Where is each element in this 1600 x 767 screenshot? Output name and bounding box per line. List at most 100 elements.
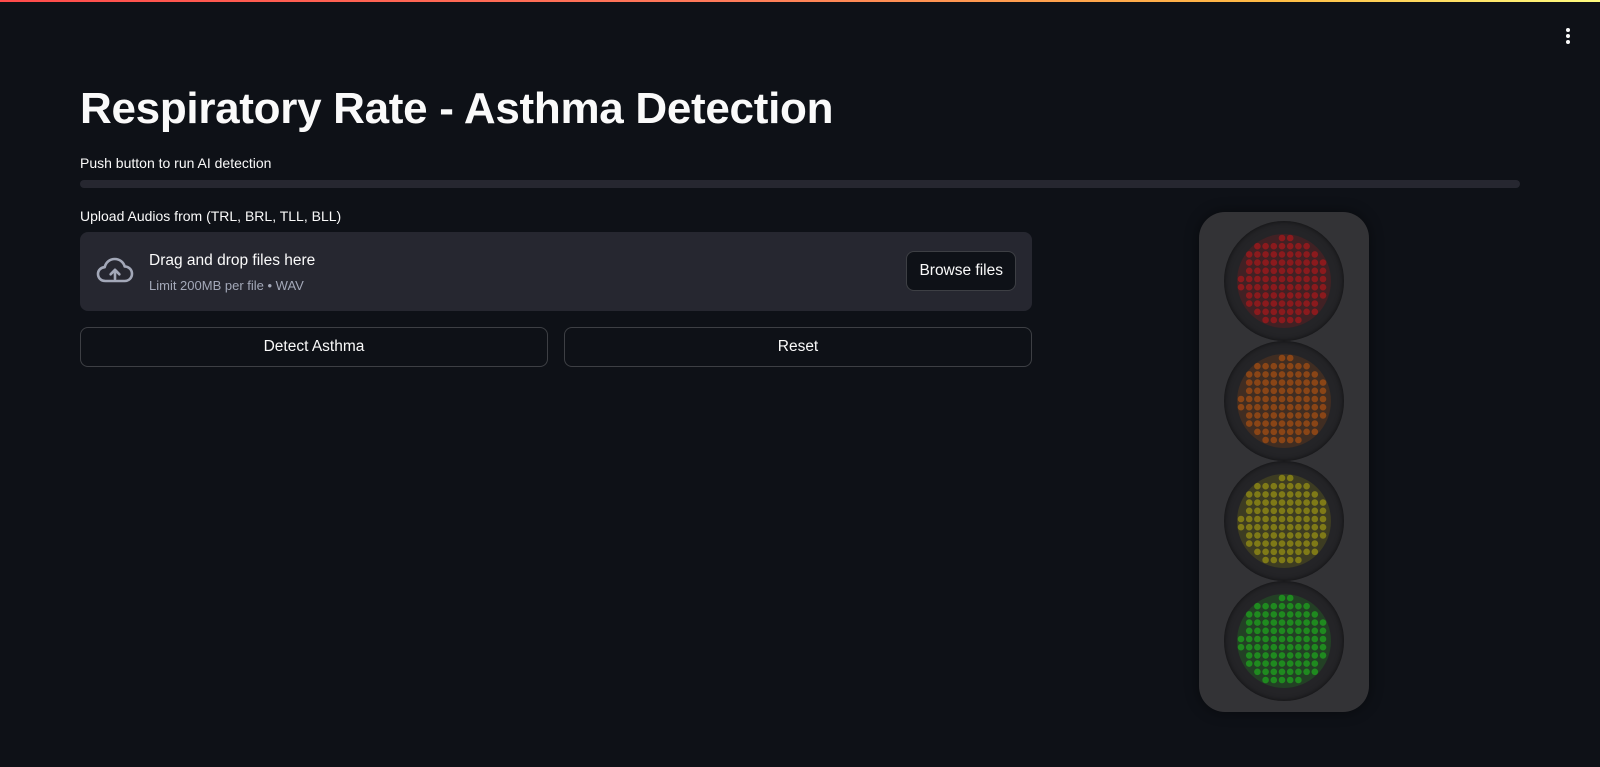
led-dot — [1254, 643, 1261, 651]
led-dot — [1278, 499, 1286, 506]
led-dot — [1278, 507, 1286, 515]
led-dot — [1311, 499, 1319, 506]
led-dot — [1278, 556, 1286, 564]
led-dot — [1254, 652, 1261, 659]
led-dot — [1254, 371, 1261, 378]
led-dot — [1311, 387, 1319, 395]
led-dot — [1311, 523, 1319, 531]
led-dot — [1286, 556, 1294, 564]
led-dot — [1286, 428, 1294, 436]
led-dot — [1278, 515, 1286, 523]
led-dot — [1262, 362, 1269, 370]
led-dot — [1262, 308, 1269, 316]
led-dot — [1270, 515, 1278, 523]
led-dot — [1254, 242, 1261, 250]
led-dot — [1295, 436, 1302, 444]
led-dot — [1311, 515, 1319, 523]
led-dot — [1262, 275, 1269, 283]
led-dot — [1262, 627, 1269, 635]
led-dot — [1245, 611, 1253, 618]
led-dot — [1262, 259, 1269, 266]
led-dot — [1245, 292, 1253, 299]
led-dot — [1262, 523, 1269, 531]
led-dot — [1270, 532, 1278, 539]
led-dot — [1278, 242, 1286, 250]
led-dot — [1295, 668, 1302, 676]
led-dot — [1262, 556, 1269, 564]
led-dot — [1278, 532, 1286, 539]
led-dot — [1311, 267, 1319, 275]
led-dot — [1254, 259, 1261, 266]
led-dot — [1286, 242, 1294, 250]
led-dot — [1262, 267, 1269, 275]
led-dot — [1286, 491, 1294, 498]
led-dot — [1295, 660, 1302, 667]
reset-button[interactable]: Reset — [564, 327, 1032, 367]
traffic-lamp-red — [1224, 221, 1344, 341]
led-dot — [1262, 395, 1269, 403]
led-dot — [1262, 619, 1269, 626]
led-dot — [1270, 316, 1278, 324]
led-dot — [1295, 602, 1302, 610]
led-dot — [1245, 371, 1253, 378]
traffic-lamp-green — [1224, 581, 1344, 701]
led-dot — [1278, 395, 1286, 403]
led-dot — [1311, 548, 1319, 556]
led-dot — [1286, 499, 1294, 506]
led-dot — [1303, 619, 1310, 626]
led-dot — [1303, 283, 1310, 291]
led-dot — [1295, 292, 1302, 299]
led-dot — [1262, 635, 1269, 643]
led-dot — [1262, 532, 1269, 539]
led-dot — [1311, 412, 1319, 419]
led-dot — [1303, 482, 1310, 490]
led-dot — [1311, 300, 1319, 307]
led-dot — [1286, 387, 1294, 395]
led-dot — [1286, 316, 1294, 324]
led-dot — [1278, 548, 1286, 556]
detect-asthma-button[interactable]: Detect Asthma — [80, 327, 548, 367]
led-dot — [1311, 428, 1319, 436]
led-dot — [1295, 507, 1302, 515]
led-dot — [1270, 491, 1278, 498]
led-dot — [1245, 267, 1253, 275]
led-dot — [1303, 362, 1310, 370]
main-menu-button[interactable] — [1558, 24, 1578, 48]
led-dot — [1295, 515, 1302, 523]
led-dot — [1286, 474, 1294, 482]
led-dot — [1319, 275, 1327, 283]
led-dot — [1319, 523, 1327, 531]
led-dot — [1295, 379, 1302, 386]
led-dot — [1245, 523, 1253, 531]
led-dot — [1303, 412, 1310, 419]
led-dot — [1278, 482, 1286, 490]
led-dot — [1245, 259, 1253, 266]
led-dot — [1311, 540, 1319, 547]
led-dot — [1311, 283, 1319, 291]
browse-files-button[interactable]: Browse files — [906, 251, 1016, 291]
led-dot — [1278, 379, 1286, 386]
led-dot — [1295, 491, 1302, 498]
led-dot — [1295, 523, 1302, 531]
led-dot — [1262, 515, 1269, 523]
led-dot — [1319, 387, 1327, 395]
led-dot — [1319, 412, 1327, 419]
led-dot — [1245, 540, 1253, 547]
file-dropzone[interactable]: Drag and drop files here Limit 200MB per… — [80, 232, 1032, 311]
led-dot — [1270, 362, 1278, 370]
led-dot — [1278, 403, 1286, 411]
led-dot — [1262, 412, 1269, 419]
led-dot — [1270, 482, 1278, 490]
led-dot — [1262, 507, 1269, 515]
led-dot — [1278, 660, 1286, 667]
led-dot — [1254, 395, 1261, 403]
led-dot — [1254, 627, 1261, 635]
led-dot — [1303, 403, 1310, 411]
led-dot — [1278, 259, 1286, 266]
led-dot — [1286, 643, 1294, 651]
led-dot — [1254, 275, 1261, 283]
led-dot — [1311, 652, 1319, 659]
led-dot — [1303, 507, 1310, 515]
led-dot — [1311, 420, 1319, 427]
led-dot — [1286, 652, 1294, 659]
